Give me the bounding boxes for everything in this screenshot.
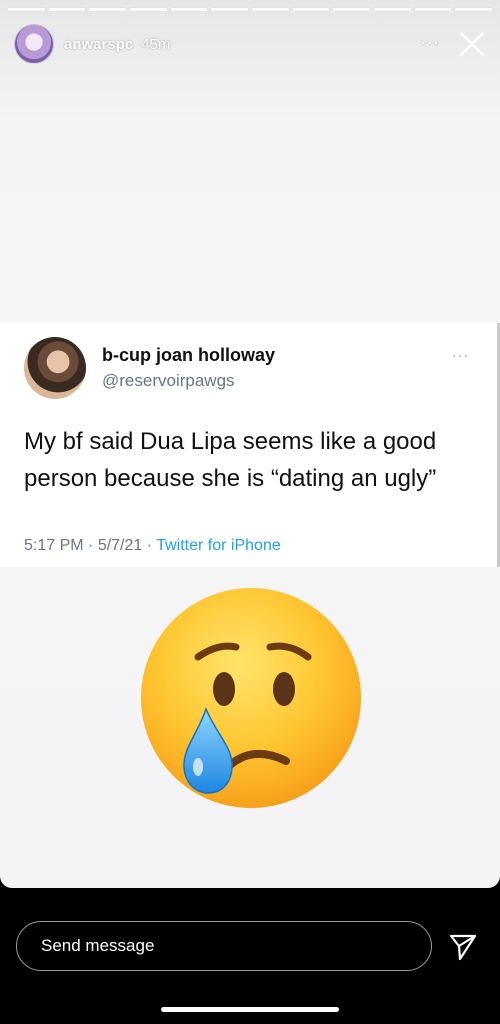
close-icon[interactable] xyxy=(458,30,486,58)
progress-segment xyxy=(211,8,249,11)
story-header: anwarspc 45m ··· xyxy=(14,24,486,64)
story-progress-bar xyxy=(8,8,493,11)
progress-segment xyxy=(333,8,371,11)
tweet-more-icon: ··· xyxy=(452,347,469,363)
progress-segment xyxy=(130,8,167,11)
progress-segment xyxy=(8,8,45,11)
tweet-source: Twitter for iPhone xyxy=(156,537,281,554)
avatar[interactable] xyxy=(14,24,54,64)
story-username[interactable]: anwarspc xyxy=(64,36,133,53)
crying-face-emoji xyxy=(141,588,361,808)
home-indicator[interactable] xyxy=(161,1007,339,1012)
send-message-input[interactable]: Send message xyxy=(16,921,432,971)
progress-segment xyxy=(292,8,330,11)
message-placeholder: Send message xyxy=(41,936,155,955)
tweet-handle: @reservoirpawgs xyxy=(102,371,235,390)
story-time: 45m xyxy=(141,35,171,53)
tweet-display-name: b-cup joan holloway xyxy=(102,345,276,365)
progress-segment xyxy=(252,8,289,11)
tweet-avatar xyxy=(24,337,86,399)
tweet-time: 5:17 PM xyxy=(24,537,84,554)
progress-segment xyxy=(414,8,452,11)
more-options-icon[interactable]: ··· xyxy=(421,35,440,53)
progress-segment xyxy=(455,8,493,11)
meta-separator: · xyxy=(142,537,157,554)
tweet-meta: 5:17 PM · 5/7/21 · Twitter for iPhone xyxy=(24,537,281,555)
meta-separator: · xyxy=(83,537,98,554)
paper-plane-icon[interactable] xyxy=(448,932,478,962)
story-frame[interactable]: anwarspc 45m ··· b-cup joan holloway @re… xyxy=(0,0,500,888)
tweet-card: b-cup joan holloway @reservoirpawgs ··· … xyxy=(0,323,500,567)
progress-segment xyxy=(89,8,127,11)
tweet-text: My bf said Dua Lipa seems like a good pe… xyxy=(24,428,437,492)
progress-segment xyxy=(48,8,86,11)
progress-segment xyxy=(170,8,208,11)
progress-segment xyxy=(374,8,411,11)
tweet-date: 5/7/21 xyxy=(97,537,143,554)
